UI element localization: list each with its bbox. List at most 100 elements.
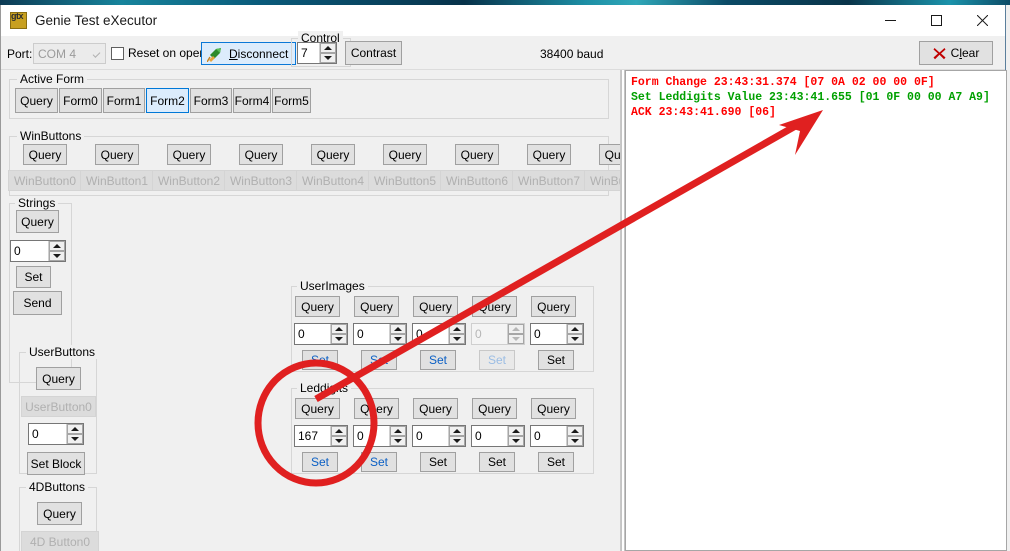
spinner-up-button[interactable] — [390, 426, 406, 436]
leddigits-spinner-4[interactable]: 0 — [530, 425, 584, 447]
leddigits-set-button-1[interactable]: Set — [361, 452, 397, 472]
winbutton-0[interactable]: WinButton0 — [8, 170, 82, 191]
spinner-down-button[interactable] — [567, 334, 583, 344]
spinner-down-button[interactable] — [331, 334, 347, 344]
minimize-button[interactable] — [867, 5, 913, 36]
leddigits-query-button-0[interactable]: Query — [295, 398, 340, 419]
spinner-up-button[interactable] — [49, 241, 65, 251]
spinner-up-button[interactable] — [567, 426, 583, 436]
strings-spinner-arrows[interactable] — [48, 241, 65, 261]
spinner-down-button[interactable] — [567, 436, 583, 446]
strings-query-button[interactable]: Query — [16, 210, 59, 233]
spinner-up-button[interactable] — [508, 426, 524, 436]
spinner-up-button[interactable] — [331, 426, 347, 436]
active-form-button-form4[interactable]: Form4 — [233, 88, 271, 113]
userimages-query-button-3[interactable]: Query — [472, 296, 517, 317]
spinner-down-button[interactable] — [508, 436, 524, 446]
winbutton-6[interactable]: WinButton6 — [440, 170, 514, 191]
leddigits-spinner-4-arrows[interactable] — [566, 426, 583, 446]
active-form-button-form1[interactable]: Form1 — [103, 88, 145, 113]
spinner-down-button[interactable] — [449, 334, 465, 344]
active-form-button-form2[interactable]: Form2 — [146, 88, 189, 113]
spinner-up-button[interactable] — [390, 324, 406, 334]
leddigits-query-button-2[interactable]: Query — [413, 398, 458, 419]
spinner-up-button[interactable] — [67, 424, 83, 434]
winbutton-1[interactable]: WinButton1 — [80, 170, 154, 191]
userimages-spinner-4[interactable]: 0 — [530, 323, 584, 345]
contrast-button[interactable]: Contrast — [345, 41, 402, 65]
userimages-set-button-4[interactable]: Set — [538, 350, 574, 370]
userimages-spinner-0-arrows[interactable] — [330, 324, 347, 344]
spinner-down-button[interactable] — [449, 436, 465, 446]
fourdbuttons-query-button[interactable]: Query — [37, 502, 82, 525]
userimages-spinner-2-arrows[interactable] — [448, 324, 465, 344]
userbutton0-button[interactable]: UserButton0 — [21, 396, 96, 417]
userbuttons-spinner-arrows[interactable] — [66, 424, 83, 444]
userimages-spinner-0[interactable]: 0 — [294, 323, 348, 345]
maximize-button[interactable] — [913, 5, 959, 36]
userimages-set-button-3[interactable]: Set — [479, 350, 515, 370]
leddigits-spinner-1[interactable]: 0 — [353, 425, 407, 447]
userimages-query-button-4[interactable]: Query — [531, 296, 576, 317]
active-form-button-form3[interactable]: Form3 — [190, 88, 232, 113]
userbuttons-query-button[interactable]: Query — [36, 367, 81, 390]
leddigits-set-button-0[interactable]: Set — [302, 452, 338, 472]
reset-on-open-checkbox[interactable]: Reset on open — [111, 46, 206, 60]
winbuttons-query-button-2[interactable]: Query — [167, 144, 211, 165]
userimages-query-button-2[interactable]: Query — [413, 296, 458, 317]
active-form-button-query[interactable]: Query — [15, 88, 58, 113]
spinner-up-button[interactable] — [567, 324, 583, 334]
leddigits-query-button-3[interactable]: Query — [472, 398, 517, 419]
leddigits-set-button-4[interactable]: Set — [538, 452, 574, 472]
leddigits-spinner-2[interactable]: 0 — [412, 425, 466, 447]
spinner-down-button[interactable] — [390, 436, 406, 446]
strings-set-button[interactable]: Set — [16, 266, 51, 288]
control-spinner-arrows[interactable] — [319, 43, 336, 63]
winbutton-8[interactable]: WinButton8 — [584, 170, 621, 191]
spinner-down-button[interactable] — [331, 436, 347, 446]
spinner-down-button[interactable] — [390, 334, 406, 344]
spinner-up-button[interactable] — [331, 324, 347, 334]
userimages-spinner-4-arrows[interactable] — [566, 324, 583, 344]
winbutton-3[interactable]: WinButton3 — [224, 170, 298, 191]
leddigits-spinner-0-arrows[interactable] — [330, 426, 347, 446]
winbutton-5[interactable]: WinButton5 — [368, 170, 442, 191]
userimages-spinner-1-arrows[interactable] — [389, 324, 406, 344]
leddigits-spinner-3-arrows[interactable] — [507, 426, 524, 446]
log-panel[interactable]: Form Change 23:43:31.374 [07 0A 02 00 00… — [625, 70, 1007, 551]
winbutton-7[interactable]: WinButton7 — [512, 170, 586, 191]
disconnect-button[interactable]: Disconnect — [201, 42, 296, 65]
userbuttons-spinner[interactable]: 0 — [28, 423, 84, 445]
strings-spinner[interactable]: 0 — [10, 240, 66, 262]
fourd-button0[interactable]: 4D Button0 — [21, 531, 99, 551]
active-form-button-form5[interactable]: Form5 — [272, 88, 311, 113]
winbuttons-query-button-5[interactable]: Query — [383, 144, 427, 165]
winbuttons-query-button-3[interactable]: Query — [239, 144, 283, 165]
userimages-set-button-0[interactable]: Set — [302, 350, 338, 370]
spinner-up-button[interactable] — [449, 426, 465, 436]
winbuttons-query-button-8[interactable]: Query — [599, 144, 621, 165]
close-button[interactable] — [959, 5, 1005, 36]
winbutton-2[interactable]: WinButton2 — [152, 170, 226, 191]
leddigits-query-button-4[interactable]: Query — [531, 398, 576, 419]
userimages-query-button-1[interactable]: Query — [354, 296, 399, 317]
userimages-spinner-2[interactable]: 0 — [412, 323, 466, 345]
leddigits-spinner-3[interactable]: 0 — [471, 425, 525, 447]
control-spinner[interactable]: 7 — [297, 42, 337, 64]
strings-send-button[interactable]: Send — [13, 291, 62, 315]
leddigits-spinner-0[interactable]: 167 — [294, 425, 348, 447]
winbuttons-query-button-6[interactable]: Query — [455, 144, 499, 165]
spinner-up-button[interactable] — [320, 43, 336, 53]
set-block-button[interactable]: Set Block — [27, 452, 85, 475]
userimages-query-button-0[interactable]: Query — [295, 296, 340, 317]
winbutton-4[interactable]: WinButton4 — [296, 170, 370, 191]
userimages-set-button-1[interactable]: Set — [361, 350, 397, 370]
spinner-up-button[interactable] — [449, 324, 465, 334]
port-select[interactable]: COM 4 — [33, 43, 106, 64]
leddigits-set-button-3[interactable]: Set — [479, 452, 515, 472]
spinner-down-button[interactable] — [49, 251, 65, 261]
userimages-set-button-2[interactable]: Set — [420, 350, 456, 370]
leddigits-query-button-1[interactable]: Query — [354, 398, 399, 419]
clear-button[interactable]: Clear — [919, 41, 993, 65]
spinner-down-button[interactable] — [320, 53, 336, 63]
